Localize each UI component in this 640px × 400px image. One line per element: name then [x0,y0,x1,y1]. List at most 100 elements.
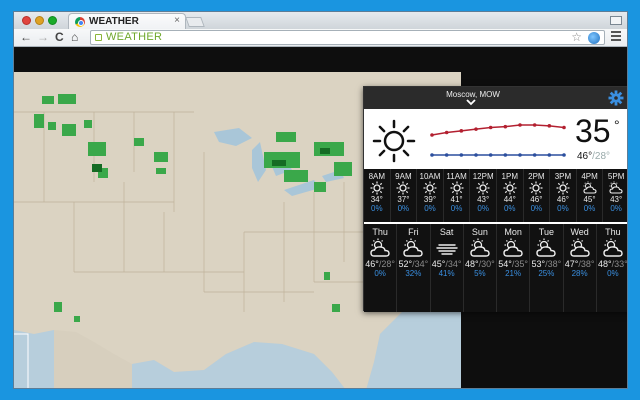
forward-icon[interactable]: → [37,30,49,44]
gear-icon[interactable] [608,90,624,106]
browser-toolbar: ← → C ⌂ WEATHER ☆ [14,29,627,47]
hourly-item: 2PM 46° 0% [524,169,551,222]
high-trend-line-point [459,129,464,133]
close-window-button[interactable] [22,16,31,25]
daily-item[interactable]: Mon 54°/35° 21% [497,224,531,312]
daily-item[interactable]: Sat 45°/34° 41% [431,224,464,312]
day-low: 35° [514,259,528,269]
day-precip-chance: 32% [405,269,422,278]
minimize-window-button[interactable] [35,16,44,25]
hour-precip-chance: 0% [583,204,596,213]
day-low: 38° [547,259,562,269]
partly-cloudy-icon [603,238,623,257]
hour-label: 4PM [581,172,598,181]
bookmark-star-icon[interactable]: ☆ [571,30,582,44]
back-icon[interactable]: ← [20,30,32,44]
today-low: 28° [594,151,611,162]
hour-precip-chance: 0% [557,204,569,213]
chevron-down-icon[interactable] [465,98,477,106]
page-icon [95,34,102,41]
hour-precip-chance: 0% [371,204,383,213]
low-trend-line-point [547,153,552,157]
low-trend-line-point [488,153,493,157]
high-trend-line-point [547,124,552,128]
hour-temperature: 43° [477,195,490,204]
menu-icon[interactable] [611,31,621,43]
hour-label: 10AM [419,172,441,181]
day-low: 33° [614,259,628,269]
daily-item[interactable]: Thu 46°/28° 0% [364,224,398,312]
partly-cloudy-icon [609,181,623,194]
day-high: 53° [531,259,546,269]
panel-header: Moscow, MOW [364,87,627,109]
chrome-favicon-icon [75,17,85,27]
address-bar[interactable]: WEATHER ☆ [90,30,605,45]
reload-icon[interactable]: C [55,30,64,44]
home-icon[interactable]: ⌂ [71,30,78,44]
hour-precip-chance: 0% [503,204,516,213]
daily-item[interactable]: Wed 47°/38° 28% [564,224,597,312]
daily-item[interactable]: Thu 48°/33° 0% [597,224,628,312]
day-temperatures: 46°/28° [364,259,396,269]
day-temperatures: 48°/33° [597,259,628,269]
hourly-item: 9AM 37° 0% [391,169,418,222]
daily-item[interactable]: Sun 48°/30° 5% [464,224,497,312]
restore-window-icon[interactable] [610,16,622,25]
current-temperature: 35 [575,113,611,149]
hour-precip-chance: 0% [477,204,489,213]
pacific-ocean [14,330,54,388]
tab-close-icon[interactable]: × [174,15,180,26]
low-trend-line-point [518,153,522,157]
tab-title: WEATHER [89,16,139,27]
weather-extension-icon[interactable] [588,32,600,44]
low-trend-line-point [474,153,478,157]
daily-item[interactable]: Tue 53°/38° 25% [530,224,564,312]
tab-weather[interactable]: WEATHER × [68,13,186,29]
high-trend-line-point [430,133,434,137]
hour-label: 9AM [395,172,412,181]
temperature-trend [430,123,566,157]
low-trend-line-point [503,153,508,157]
zoom-window-button[interactable] [48,16,57,25]
hour-precip-chance: 0% [450,204,463,213]
hour-precip-chance: 0% [424,204,436,213]
high-trend-line-point [474,127,478,131]
day-low: 34° [447,259,462,269]
daily-item[interactable]: Fri 52°/34° 32% [397,224,431,312]
hourly-item: 1PM 44° 0% [497,169,524,222]
day-precip-chance: 28% [571,269,588,278]
low-trend-line-point [562,153,566,157]
day-precip-chance: 25% [538,269,555,278]
url-text: WEATHER [106,31,163,43]
weather-panel: Moscow, MOW 35 ° 46°/28° 8AM 34° 0% 9AM … [363,86,628,312]
day-label: Sun [471,227,488,237]
new-tab-button[interactable] [185,17,205,27]
high-trend-line-point [532,123,537,127]
daily-forecast: Thu 46°/28° 0% Fri 52°/34° 32% Sat 45°/34° 41% Su… [364,224,628,312]
day-label: Mon [504,227,522,237]
low-trend-line-point [459,153,464,157]
day-precip-chance: 0% [374,269,386,278]
hourly-item: 3PM 46° 0% [550,169,577,222]
hour-label: 2PM [528,172,545,181]
hour-label: 11AM [446,172,467,181]
hour-temperature: 37° [397,195,410,204]
day-temperatures: 52°/34° [397,259,429,269]
day-high: 52° [398,259,413,269]
low-trend-line-point [444,153,449,157]
day-temperatures: 54°/35° [497,259,529,269]
sun-icon [372,119,416,163]
sun-icon [529,181,543,195]
high-trend-line-point [488,125,493,130]
partly-cloudy-icon [370,238,390,257]
day-low: 30° [481,259,495,269]
partly-cloudy-icon [536,238,557,257]
sun-icon [503,181,517,195]
hour-label: 12PM [472,172,494,181]
day-temperatures: 48°/30° [464,259,496,269]
degree-symbol: ° [614,117,620,133]
hour-temperature: 45° [583,195,596,204]
day-low: 38° [580,259,595,269]
day-label: Sat [439,227,454,237]
sun-icon [423,181,437,195]
